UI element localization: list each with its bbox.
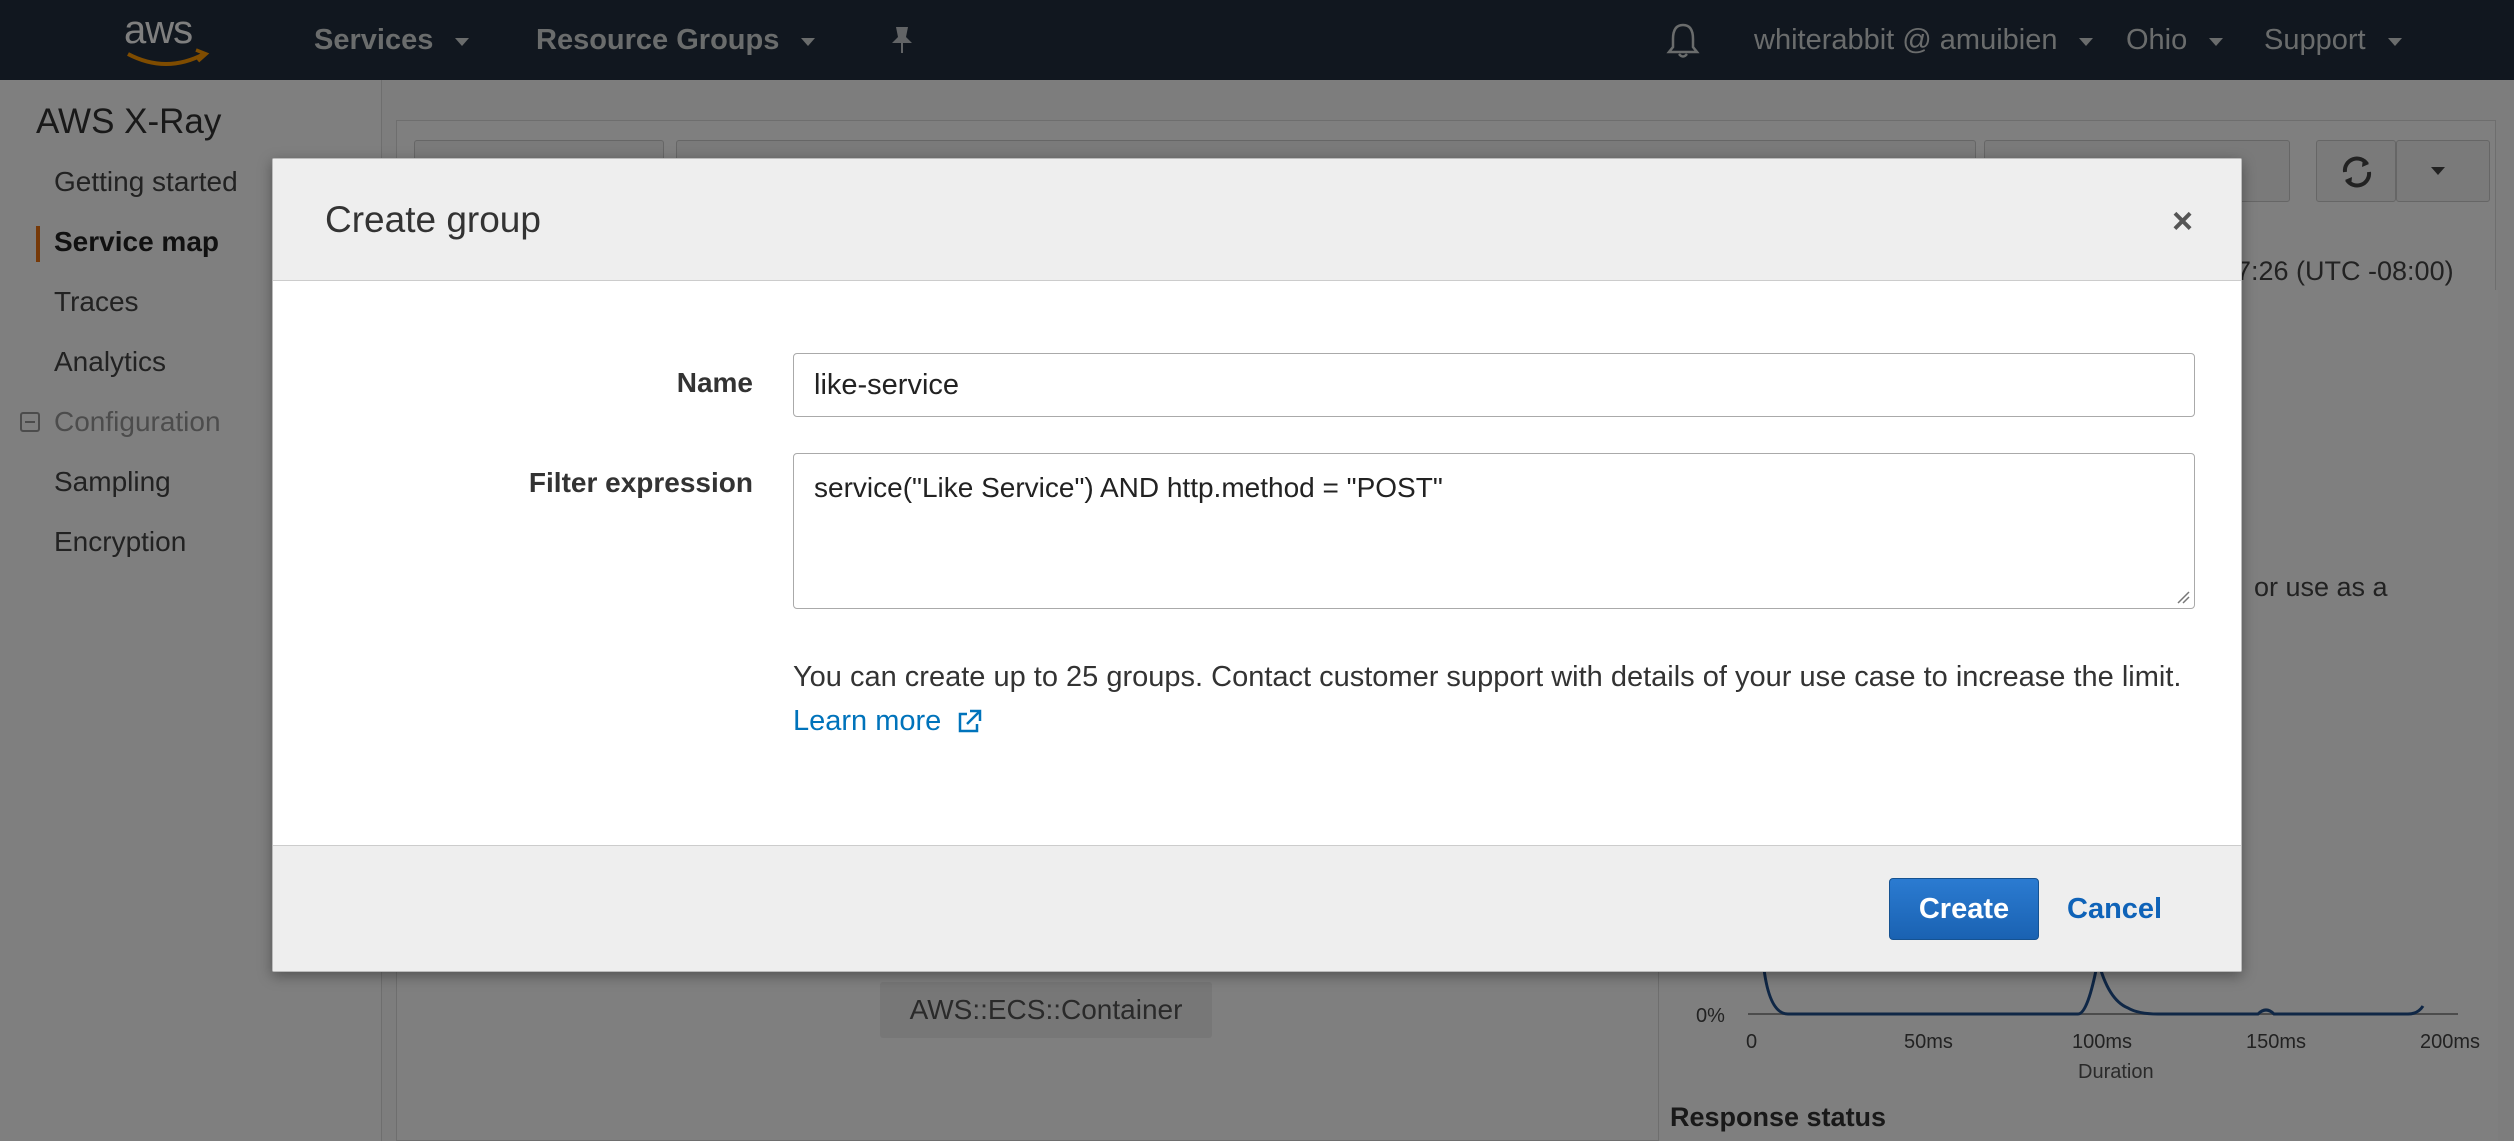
dialog-header: Create group × xyxy=(273,159,2241,281)
learn-more-label: Learn more xyxy=(793,705,942,737)
cancel-button[interactable]: Cancel xyxy=(2067,878,2162,940)
create-group-dialog: Create group × Name like-service Filter … xyxy=(272,158,2242,972)
filter-expression-textarea[interactable]: service("Like Service") AND http.method … xyxy=(793,453,2195,609)
groups-limit-help: You can create up to 25 groups. Contact … xyxy=(793,661,2182,693)
create-button[interactable]: Create xyxy=(1889,878,2039,940)
dialog-footer: Create Cancel xyxy=(273,845,2241,971)
name-input[interactable]: like-service xyxy=(793,353,2195,417)
filter-expression-value: service("Like Service") AND http.method … xyxy=(814,472,1443,503)
filter-expression-label: Filter expression xyxy=(528,467,753,498)
name-label: Name xyxy=(676,367,753,398)
close-icon[interactable]: × xyxy=(2172,203,2193,239)
external-link-icon xyxy=(959,709,982,732)
dialog-title: Create group xyxy=(325,199,541,240)
resize-handle-icon[interactable] xyxy=(2176,590,2190,604)
learn-more-link[interactable]: Learn more xyxy=(793,705,983,738)
